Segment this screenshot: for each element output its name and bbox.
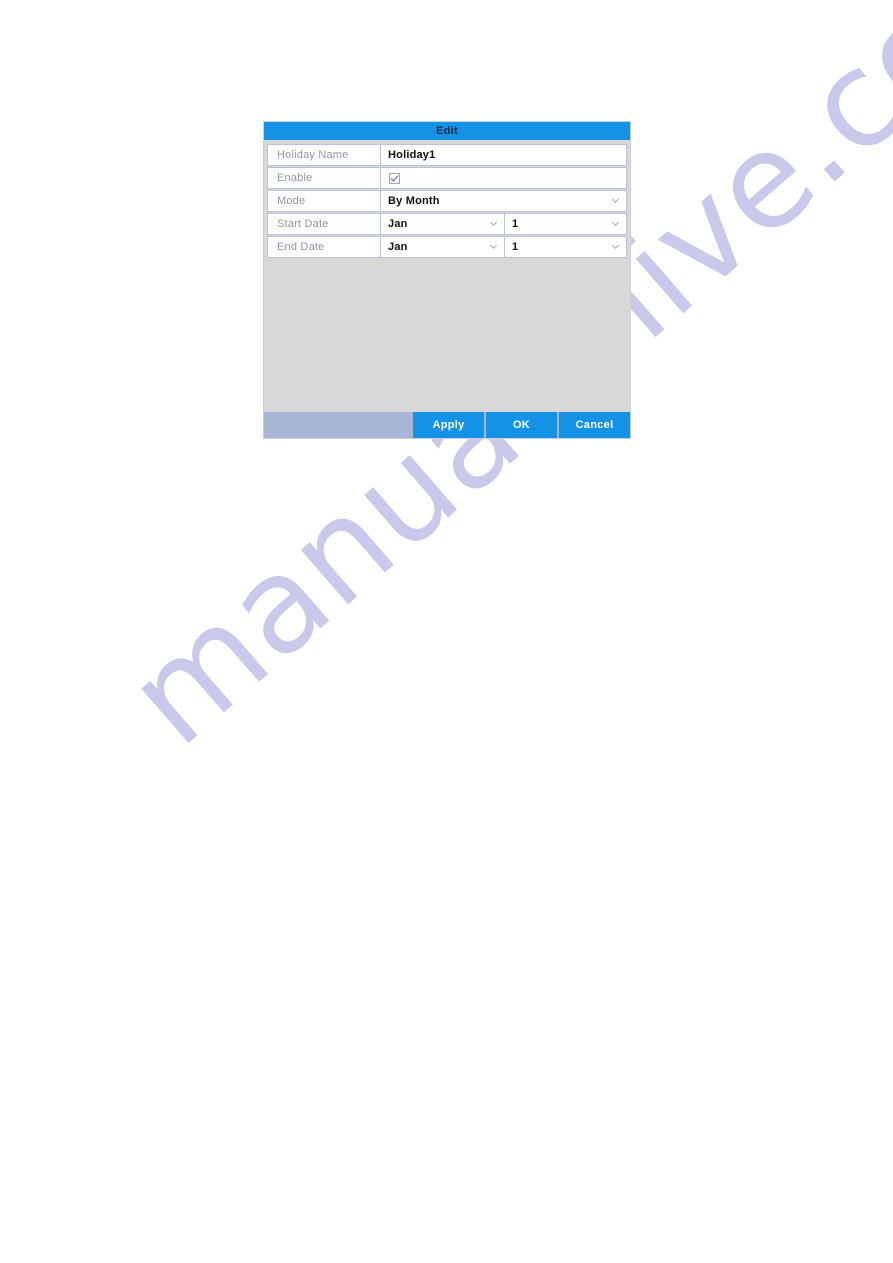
start-date-month-select[interactable]: Jan — [381, 213, 505, 235]
end-date-month-select[interactable]: Jan — [381, 236, 505, 258]
enable-checkbox[interactable] — [389, 172, 400, 184]
apply-button[interactable]: Apply — [413, 412, 484, 438]
start-date-day-select[interactable]: 1 — [505, 213, 627, 235]
dialog-title: Edit — [436, 125, 458, 137]
edit-holiday-dialog: Edit Holiday Name Holiday1 Enable Mode B… — [264, 122, 630, 438]
form-row-mode: Mode By Month — [267, 190, 627, 212]
enable-label: Enable — [267, 167, 381, 189]
dialog-title-bar: Edit — [264, 122, 630, 140]
chevron-down-icon — [611, 196, 620, 205]
enable-field — [381, 167, 627, 189]
dialog-empty-area — [267, 259, 627, 387]
start-date-label: Start Date — [267, 213, 381, 235]
form-row-enable: Enable — [267, 167, 627, 189]
form-row-start-date: Start Date Jan 1 — [267, 213, 627, 235]
end-date-day-select[interactable]: 1 — [505, 236, 627, 258]
chevron-down-icon — [611, 242, 620, 251]
form-row-holiday-name: Holiday Name Holiday1 — [267, 144, 627, 166]
mode-select[interactable]: By Month — [381, 190, 627, 212]
footer-spacer — [264, 412, 411, 438]
mode-select-value: By Month — [388, 195, 440, 207]
dialog-body: Holiday Name Holiday1 Enable Mode By Mon — [264, 140, 630, 412]
end-date-label: End Date — [267, 236, 381, 258]
chevron-down-icon — [489, 242, 498, 251]
cancel-button[interactable]: Cancel — [559, 412, 630, 438]
holiday-name-input[interactable]: Holiday1 — [381, 144, 627, 166]
ok-button[interactable]: OK — [486, 412, 557, 438]
chevron-down-icon — [489, 219, 498, 228]
form-row-end-date: End Date Jan 1 — [267, 236, 627, 258]
end-date-month-value: Jan — [388, 241, 408, 253]
holiday-name-label: Holiday Name — [267, 144, 381, 166]
chevron-down-icon — [611, 219, 620, 228]
mode-label: Mode — [267, 190, 381, 212]
end-date-day-value: 1 — [512, 241, 519, 253]
check-icon — [390, 174, 399, 183]
start-date-month-value: Jan — [388, 218, 408, 230]
dialog-footer: Apply OK Cancel — [264, 412, 630, 438]
start-date-day-value: 1 — [512, 218, 519, 230]
